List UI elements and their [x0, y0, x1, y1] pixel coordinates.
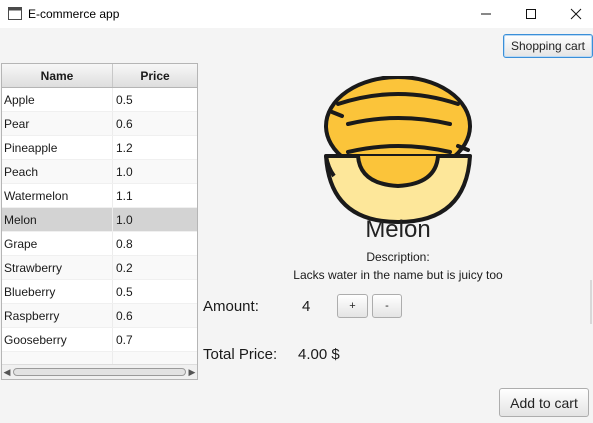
product-table[interactable]: Name Price Apple 0.5 Pear 0.6 Pineapple 1.2 Pe…	[1, 63, 198, 380]
total-price-value: 4.00 $	[298, 346, 340, 363]
maximize-button[interactable]	[508, 0, 554, 28]
scroll-right-arrow-icon[interactable]: ▶	[187, 367, 197, 377]
cell-price: 1.0	[116, 164, 133, 179]
product-description: Lacks water in the name but is juicy too	[293, 268, 503, 282]
cell-name: Melon	[2, 208, 113, 231]
close-button[interactable]	[553, 0, 593, 28]
scroll-left-arrow-icon[interactable]: ◀	[2, 367, 12, 377]
cell-price: 0.6	[116, 116, 133, 131]
amount-label: Amount:	[203, 298, 259, 315]
table-row[interactable]: Gooseberry 0.7	[2, 328, 197, 352]
melon-icon	[324, 76, 472, 224]
cell-name: Grape	[2, 232, 113, 255]
cell-name: Pineapple	[2, 136, 113, 159]
horizontal-scrollbar[interactable]: ◀ ▶	[2, 364, 197, 379]
table-row[interactable]: Pear 0.6	[2, 112, 197, 136]
amount-value: 4	[302, 298, 311, 315]
cell-price: 0.2	[116, 260, 133, 275]
maximize-icon	[526, 9, 536, 19]
column-header-price[interactable]: Price	[113, 64, 197, 87]
cell-price: 0.6	[116, 308, 133, 323]
cell-name: Pear	[2, 112, 113, 135]
title-bar: E-commerce app	[0, 0, 593, 28]
cell-price: 1.2	[116, 140, 133, 155]
cell-price: 0.7	[116, 332, 133, 347]
column-header-name[interactable]: Name	[2, 64, 113, 87]
total-price-label: Total Price:	[203, 346, 278, 363]
table-row[interactable]: Pineapple 1.2	[2, 136, 197, 160]
minimize-button[interactable]	[463, 0, 509, 28]
window-app-icon	[8, 7, 22, 20]
cell-name: Peach	[2, 160, 113, 183]
main-content: Shopping cart Name Price Apple 0.5 Pear 0.6…	[0, 28, 593, 423]
table-row[interactable]: Melon 1.0	[2, 208, 197, 232]
cell-name: Strawberry	[2, 256, 113, 279]
decrease-amount-button[interactable]: -	[372, 294, 402, 318]
window-title: E-commerce app	[28, 7, 120, 21]
cell-name: Raspberry	[2, 304, 113, 327]
increase-amount-button[interactable]: +	[337, 294, 368, 318]
minimize-icon	[481, 13, 491, 15]
cell-price: 1.1	[116, 188, 133, 203]
window-edge-divider	[590, 280, 592, 324]
cell-name: Gooseberry	[2, 328, 113, 351]
table-row[interactable]: Apple 0.5	[2, 88, 197, 112]
table-header: Name Price	[2, 64, 197, 88]
table-row[interactable]: Watermelon 1.1	[2, 184, 197, 208]
add-to-cart-button[interactable]: Add to cart	[499, 388, 589, 417]
cell-name: Blueberry	[2, 280, 113, 303]
table-row[interactable]: Peach 1.0	[2, 160, 197, 184]
cell-name: Apple	[2, 88, 113, 111]
product-name: Melon	[365, 216, 431, 243]
table-row[interactable]: Strawberry 0.2	[2, 256, 197, 280]
cell-name: Watermelon	[2, 184, 113, 207]
table-row[interactable]: Grape 0.8	[2, 232, 197, 256]
table-row[interactable]: Blueberry 0.5	[2, 280, 197, 304]
scrollbar-thumb[interactable]	[13, 368, 186, 376]
shopping-cart-button[interactable]: Shopping cart	[503, 34, 593, 58]
description-label: Description:	[366, 250, 430, 264]
cell-price: 0.5	[116, 284, 133, 299]
table-row[interactable]: Raspberry 0.6	[2, 304, 197, 328]
close-icon	[570, 8, 582, 20]
table-body: Apple 0.5 Pear 0.6 Pineapple 1.2 Peach 1.0 Water…	[2, 88, 197, 376]
cell-price: 0.5	[116, 92, 133, 107]
cell-price: 1.0	[116, 212, 133, 227]
cell-price: 0.8	[116, 236, 133, 251]
